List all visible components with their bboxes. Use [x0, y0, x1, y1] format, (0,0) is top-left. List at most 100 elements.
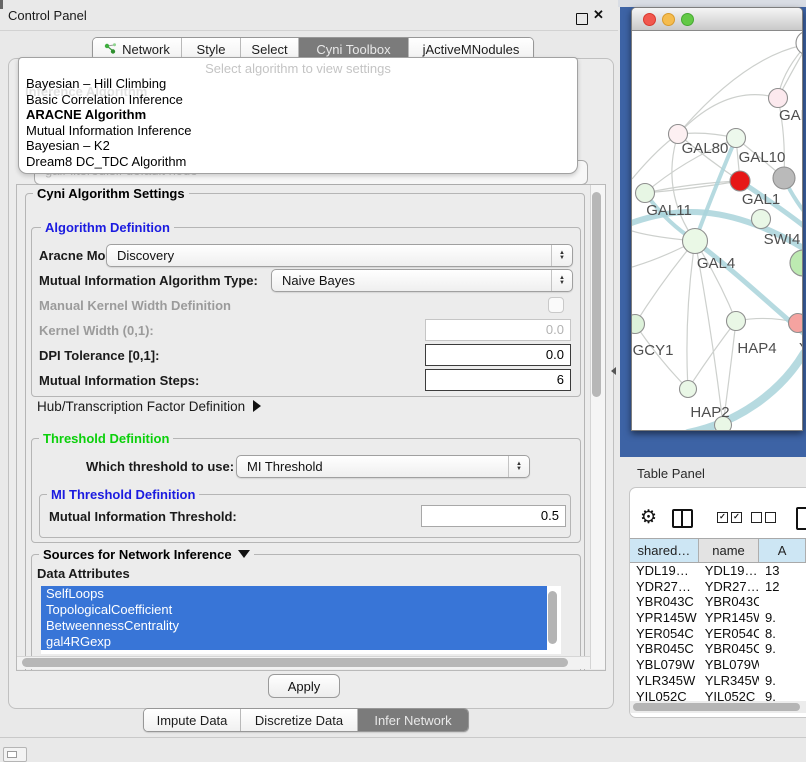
table-cell[interactable]: YDR27… — [630, 579, 699, 595]
network-node[interactable] — [680, 381, 697, 398]
minimized-panel-button[interactable] — [3, 747, 27, 762]
splitter-collapse-icon[interactable] — [611, 367, 616, 375]
close-icon[interactable]: ✕ — [593, 7, 604, 23]
tab-label: Select — [251, 42, 287, 57]
table-cell[interactable]: YPR145W — [630, 610, 699, 626]
sources-group-title[interactable]: Sources for Network Inference — [39, 547, 254, 562]
network-window-titlebar[interactable] — [632, 8, 802, 31]
attribute-item-gal4rgexp[interactable]: gal4RGexp — [41, 634, 547, 650]
settings-hscroll-thumb[interactable] — [22, 658, 568, 667]
table-cell[interactable]: YLR345W — [699, 673, 759, 689]
float-window-icon[interactable] — [576, 13, 588, 25]
network-node[interactable] — [796, 31, 802, 55]
table-cell[interactable]: YBL079W — [630, 657, 699, 673]
table-row[interactable]: YBR045CYBR045C9. — [630, 641, 806, 657]
table-cell[interactable] — [759, 594, 806, 610]
attribute-item-topologicalcoefficient[interactable]: TopologicalCoefficient — [41, 602, 547, 618]
table-cell[interactable]: 9. — [759, 641, 806, 657]
table-cell[interactable]: YBR045C — [630, 641, 699, 657]
network-edge[interactable] — [678, 95, 778, 134]
gear-icon[interactable]: ⚙ — [640, 506, 657, 529]
dpi-tolerance-field[interactable]: 0.0 — [425, 344, 571, 366]
attribute-item-betweennesscentrality[interactable]: BetweennessCentrality — [41, 618, 547, 634]
column-header-name[interactable]: name — [699, 539, 759, 562]
traffic-light-close[interactable] — [643, 13, 656, 26]
table-row[interactable]: YDR27…YDR27…12 — [630, 579, 806, 595]
mi-type-combo[interactable]: Naive Bayes ▲▼ — [271, 269, 573, 292]
export-table-icon[interactable] — [796, 507, 806, 530]
hub-definition-expander[interactable]: Hub/Transcription Factor Definition — [37, 399, 261, 414]
table-cell[interactable]: YPR145W — [699, 610, 759, 626]
network-graph[interactable]: GALGAL80GAL10GAL1GAL11SWI4GAL4GCY1HAP4YH… — [632, 31, 802, 430]
network-node[interactable] — [683, 229, 708, 254]
table-cell[interactable]: YDR27… — [699, 579, 759, 595]
deselect-all-checkboxes-icon[interactable] — [751, 512, 776, 523]
table-row[interactable]: YER054CYER054C8. — [630, 626, 806, 642]
network-node[interactable] — [752, 210, 771, 229]
attribute-item-selfloops[interactable]: SelfLoops — [41, 586, 547, 602]
table-cell[interactable]: YDL19… — [630, 563, 699, 579]
apply-button[interactable]: Apply — [268, 674, 340, 698]
network-edge[interactable] — [635, 241, 695, 324]
algorithm-option-aracne-algorithm[interactable]: ARACNE Algorithm — [19, 107, 577, 123]
table-cell[interactable]: 9. — [759, 673, 806, 689]
network-node[interactable] — [789, 314, 803, 333]
network-node[interactable] — [727, 129, 746, 148]
table-cell[interactable]: 13 — [759, 563, 806, 579]
algorithm-option-bayesian-k2[interactable]: Bayesian – K2 — [19, 138, 577, 154]
table-row[interactable]: YPR145WYPR145W9. — [630, 610, 806, 626]
node-label-hap2: HAP2 — [690, 404, 729, 421]
table-cell[interactable]: 9. — [759, 610, 806, 626]
network-node[interactable] — [636, 184, 655, 203]
network-node[interactable] — [730, 171, 750, 191]
table-row[interactable]: YBR043CYBR043C — [630, 594, 806, 610]
mi-threshold-label: Mutual Information Threshold: — [49, 509, 237, 524]
table-row[interactable]: YBL079WYBL079W — [630, 657, 806, 673]
algorithm-option-dream8-dc-tdc-algorithm[interactable]: Dream8 DC_TDC Algorithm — [19, 154, 577, 170]
column-header-a[interactable]: A — [759, 539, 806, 562]
table-row[interactable]: YDL19…YDL19…13 — [630, 563, 806, 579]
tab-discretize-data[interactable]: Discretize Data — [241, 709, 358, 731]
table-cell[interactable]: YBR043C — [630, 594, 699, 610]
table-cell[interactable]: YER054C — [630, 626, 699, 642]
table-cell[interactable]: YDL19… — [699, 563, 759, 579]
table-cell[interactable]: YBR043C — [699, 594, 759, 610]
table-cell[interactable]: 8. — [759, 626, 806, 642]
attributes-list-scrollbar[interactable] — [548, 591, 557, 644]
network-node[interactable] — [769, 89, 788, 108]
aracne-mode-combo[interactable]: Discovery ▲▼ — [106, 244, 573, 267]
network-node[interactable] — [773, 167, 795, 189]
network-node[interactable] — [790, 250, 802, 276]
network-node[interactable] — [727, 312, 746, 331]
network-edge[interactable] — [645, 181, 740, 193]
table-cell[interactable]: YLR345W — [630, 673, 699, 689]
network-node[interactable] — [632, 315, 645, 334]
mi-type-value: Naive Bayes — [272, 270, 572, 291]
algorithm-option-mutual-information-inference[interactable]: Mutual Information Inference — [19, 123, 577, 139]
mi-threshold-field[interactable]: 0.5 — [421, 505, 566, 527]
network-edge[interactable] — [695, 241, 736, 321]
column-header-shared[interactable]: shared… — [630, 539, 699, 562]
table-cell[interactable]: YBR045C — [699, 641, 759, 657]
table-hscroll-thumb[interactable] — [633, 703, 800, 711]
table-cell[interactable]: YER054C — [699, 626, 759, 642]
table-cell[interactable]: 12 — [759, 579, 806, 595]
which-threshold-combo[interactable]: MI Threshold ▲▼ — [236, 455, 530, 478]
network-edge[interactable] — [687, 241, 695, 389]
tab-impute-data[interactable]: Impute Data — [144, 709, 241, 731]
kernel-width-label: Kernel Width (0,1): — [39, 323, 154, 338]
network-canvas[interactable]: GALGAL80GAL10GAL1GAL11SWI4GAL4GCY1HAP4YH… — [632, 31, 802, 430]
tab-label: Impute Data — [157, 713, 228, 728]
table-cell[interactable] — [759, 657, 806, 673]
table-row[interactable]: YLR345WYLR345W9. — [630, 673, 806, 689]
select-all-checkboxes-icon[interactable]: ✓✓ — [717, 512, 742, 523]
tab-infer-network[interactable]: Infer Network — [358, 709, 468, 731]
column-layout-icon[interactable] — [672, 509, 693, 528]
kernel-width-field[interactable]: 0.0 — [425, 319, 571, 341]
traffic-light-minimize[interactable] — [662, 13, 675, 26]
table-cell[interactable]: YBL079W — [699, 657, 759, 673]
manual-kernel-checkbox[interactable] — [548, 297, 564, 313]
traffic-light-zoom[interactable] — [681, 13, 694, 26]
mi-steps-field[interactable]: 6 — [425, 369, 571, 391]
settings-vscroll-thumb[interactable] — [592, 192, 601, 397]
